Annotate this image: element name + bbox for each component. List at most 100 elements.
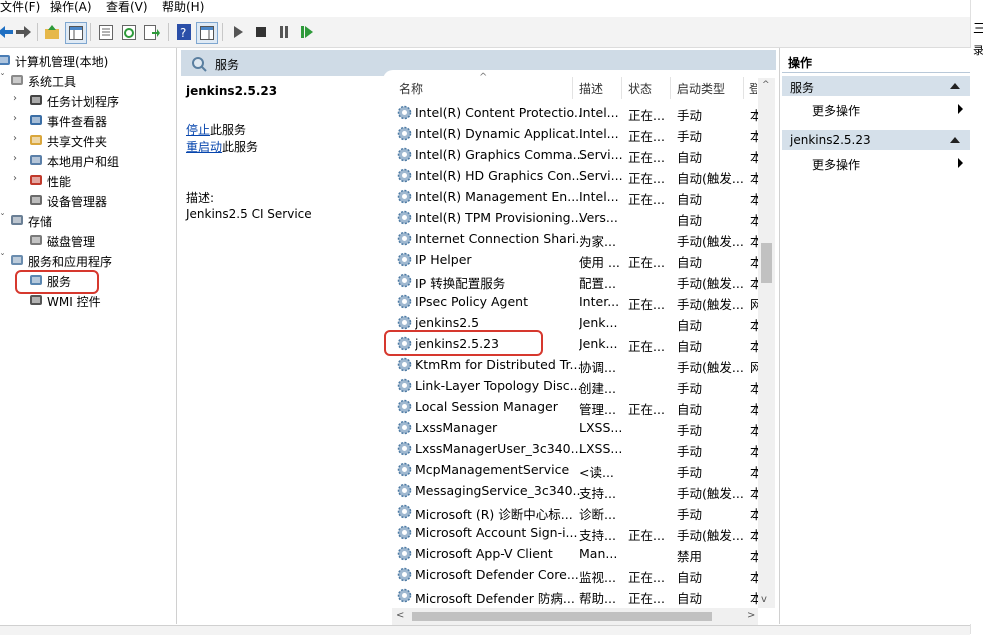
restart-service-icon[interactable]: [297, 22, 317, 42]
expanded-chevron-icon[interactable]: ˇ: [0, 253, 5, 264]
menu-view[interactable]: 查看(V): [106, 0, 148, 14]
properties-icon[interactable]: [96, 22, 116, 42]
start-service-icon[interactable]: [228, 22, 248, 42]
column-header-description[interactable]: 描述: [579, 80, 603, 97]
service-startup-type: 自动: [677, 255, 703, 270]
service-row[interactable]: Microsoft Defender Core... 监视... 正在... 自动 本: [395, 564, 758, 585]
actions-group-label: jenkins2.5.23: [790, 133, 871, 147]
collapsed-chevron-icon[interactable]: ›: [13, 153, 17, 164]
column-header-startup-type[interactable]: 启动类型: [677, 80, 725, 97]
tree-item[interactable]: › 共享文件夹: [0, 130, 176, 150]
service-startup-type: 手动(触发...: [677, 297, 744, 312]
service-name: Internet Connection Shari...: [415, 231, 583, 246]
service-description: 协调...: [579, 360, 616, 375]
tree-item[interactable]: 磁盘管理: [0, 230, 176, 250]
search-gear-icon: [191, 56, 207, 75]
collapse-icon[interactable]: [950, 83, 960, 89]
vertical-scrollbar[interactable]: ^ v: [758, 78, 775, 608]
service-row[interactable]: Internet Connection Shari... 为家... 手动(触发..…: [395, 228, 758, 249]
service-row[interactable]: Intel(R) Management En... Intel... 正在... 自动…: [395, 186, 758, 207]
stop-service-link[interactable]: 停止: [186, 123, 210, 137]
service-status: 正在...: [628, 255, 665, 270]
horizontal-scroll-thumb[interactable]: [412, 612, 712, 621]
service-row[interactable]: IP Helper 使用 ... 正在... 自动 本: [395, 249, 758, 270]
service-name: Microsoft App-V Client: [415, 546, 553, 561]
up-folder-icon[interactable]: [42, 22, 62, 42]
service-gear-icon: [397, 588, 412, 603]
expanded-chevron-icon[interactable]: ˇ: [0, 213, 5, 224]
service-logon: 本: [750, 486, 758, 501]
tree-item[interactable]: › 本地用户和组: [0, 150, 176, 170]
tree-item[interactable]: ˇ 存储: [0, 210, 176, 230]
refresh-icon[interactable]: [119, 22, 139, 42]
service-row[interactable]: LxssManagerUser_3c340... LXSS... 手动 本: [395, 438, 758, 459]
help-icon[interactable]: ?: [174, 22, 194, 42]
show-hide-tree-icon[interactable]: [65, 22, 87, 44]
tree-item[interactable]: ˇ 服务和应用程序: [0, 250, 176, 270]
tree-item[interactable]: 设备管理器: [0, 190, 176, 210]
service-row[interactable]: Intel(R) Dynamic Applicat... Intel... 正在..…: [395, 123, 758, 144]
service-description: Vers...: [579, 210, 618, 225]
service-row[interactable]: Intel(R) TPM Provisioning... Vers... 自动 本: [395, 207, 758, 228]
scroll-down-icon[interactable]: v: [761, 594, 767, 605]
export-list-icon[interactable]: [142, 22, 162, 42]
service-row[interactable]: KtmRm for Distributed Tr... 协调... 手动(触发...…: [395, 354, 758, 375]
service-description: 监视...: [579, 570, 616, 585]
vertical-scroll-thumb[interactable]: [761, 243, 772, 283]
tree-item[interactable]: › 任务计划程序: [0, 90, 176, 110]
service-startup-type: 自动: [677, 192, 703, 207]
collapsed-chevron-icon[interactable]: ›: [13, 133, 17, 144]
service-logon: 本: [750, 402, 758, 417]
column-header-status[interactable]: 状态: [628, 80, 652, 97]
service-row[interactable]: Intel(R) Graphics Comma... Servi... 正在... 自…: [395, 144, 758, 165]
restart-service-link[interactable]: 重启动: [186, 140, 222, 154]
menu-bar: 文件(F) 操作(A) 查看(V) 帮助(H): [0, 0, 970, 16]
scroll-right-icon[interactable]: >: [747, 610, 755, 621]
service-row[interactable]: LxssManager LXSS... 手动 本: [395, 417, 758, 438]
service-row[interactable]: Microsoft App-V Client Man... 禁用 本: [395, 543, 758, 564]
expanded-chevron-icon[interactable]: ˇ: [0, 73, 5, 84]
actions-group-jenkins[interactable]: jenkins2.5.23: [782, 130, 970, 150]
actions-group-services[interactable]: 服务: [782, 76, 970, 96]
service-row[interactable]: Microsoft (R) 诊断中心标... 诊断... 手动 本: [395, 501, 758, 522]
service-row[interactable]: Microsoft Defender 防病... 帮助... 正在... 自动 本: [395, 585, 758, 606]
service-row[interactable]: Intel(R) HD Graphics Con... Servi... 正在...…: [395, 165, 758, 186]
pause-service-icon[interactable]: [274, 22, 294, 42]
tree-item[interactable]: 计算机管理(本地): [0, 50, 176, 70]
service-gear-icon: [397, 315, 412, 330]
tree-item[interactable]: ˇ 系统工具: [0, 70, 176, 90]
column-header-logon[interactable]: 登: [749, 80, 757, 97]
collapsed-chevron-icon[interactable]: ›: [13, 113, 17, 124]
service-row[interactable]: Local Session Manager 管理... 正在... 自动 本: [395, 396, 758, 417]
tree-item[interactable]: › 性能: [0, 170, 176, 190]
service-startup-type: 手动(触发...: [677, 234, 744, 249]
scroll-left-icon[interactable]: <: [396, 610, 404, 621]
horizontal-scrollbar[interactable]: < >: [392, 608, 758, 625]
more-actions-jenkins[interactable]: 更多操作: [812, 156, 860, 173]
service-row[interactable]: Intel(R) Content Protectio... Intel... 正在.…: [395, 102, 758, 123]
service-row[interactable]: Microsoft Account Sign-i... 支持... 正在... 手动(…: [395, 522, 758, 543]
service-logon: 本: [750, 507, 758, 522]
service-row[interactable]: IP 转换配置服务 配置... 手动(触发... 本: [395, 270, 758, 291]
menu-action[interactable]: 操作(A): [50, 0, 92, 14]
more-actions-services[interactable]: 更多操作: [812, 102, 860, 119]
collapse-icon[interactable]: [950, 137, 960, 143]
collapsed-chevron-icon[interactable]: ›: [13, 93, 17, 104]
show-hide-action-pane-icon[interactable]: [196, 22, 218, 44]
toolbar: ?: [0, 17, 970, 48]
service-row[interactable]: McpManagementService <读... 手动 本: [395, 459, 758, 480]
column-header-name[interactable]: 名称: [399, 80, 423, 97]
collapsed-chevron-icon[interactable]: ›: [13, 173, 17, 184]
scroll-up-icon[interactable]: ^: [762, 80, 770, 90]
tree-item[interactable]: › 事件查看器: [0, 110, 176, 130]
menu-file[interactable]: 文件(F): [0, 0, 40, 14]
stop-service-icon[interactable]: [251, 22, 271, 42]
forward-arrow-icon[interactable]: [13, 22, 33, 42]
service-row[interactable]: IPsec Policy Agent Inter... 正在... 手动(触发... 网: [395, 291, 758, 312]
service-row[interactable]: MessagingService_3c340... 支持... 手动(触发... 本: [395, 480, 758, 501]
service-status: 正在...: [628, 570, 665, 585]
service-logon: 本: [750, 150, 758, 165]
menu-help[interactable]: 帮助(H): [162, 0, 204, 14]
service-name: Local Session Manager: [415, 399, 558, 414]
service-row[interactable]: Link-Layer Topology Disc... 创建... 手动 本: [395, 375, 758, 396]
